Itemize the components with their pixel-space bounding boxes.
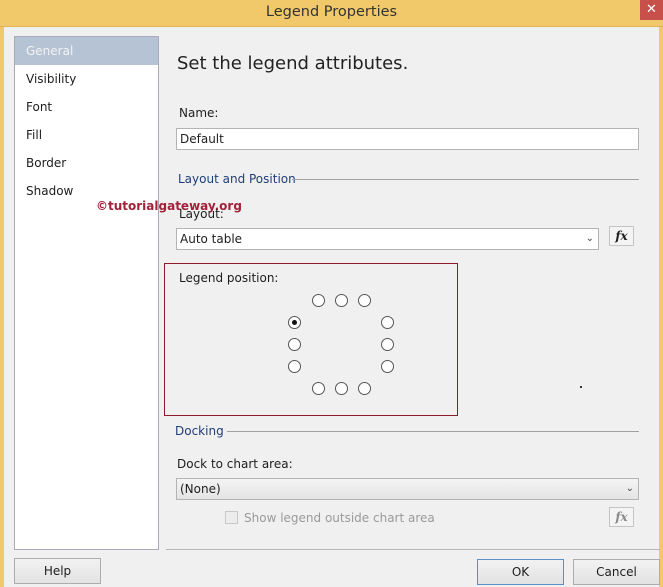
layout-select[interactable]: Auto table ⌄ <box>176 228 599 250</box>
sidebar-item-fill[interactable]: Fill <box>15 121 158 149</box>
show-outside-checkbox[interactable] <box>225 511 238 524</box>
position-top-center[interactable] <box>335 294 348 307</box>
cancel-button[interactable]: Cancel <box>573 559 660 585</box>
dock-select[interactable]: (None) ⌄ <box>176 478 639 500</box>
position-top-right[interactable] <box>358 294 371 307</box>
sidebar: General Visibility Font Fill Border Shad… <box>14 36 159 550</box>
sidebar-item-visibility[interactable]: Visibility <box>15 65 158 93</box>
position-right-top[interactable] <box>381 316 394 329</box>
sidebar-item-font[interactable]: Font <box>15 93 158 121</box>
help-button[interactable]: Help <box>14 558 101 584</box>
footer-divider <box>166 549 660 550</box>
layout-value: Auto table <box>180 232 243 246</box>
name-input[interactable]: Default <box>176 128 639 150</box>
dock-label: Dock to chart area: <box>177 457 293 471</box>
position-left-bottom[interactable] <box>288 360 301 373</box>
layout-label: Layout: <box>179 207 224 221</box>
divider <box>227 431 639 432</box>
position-right-bottom[interactable] <box>381 360 394 373</box>
position-right-center[interactable] <box>381 338 394 351</box>
layout-group-header: Layout and Position <box>178 172 296 186</box>
position-bottom-left[interactable] <box>312 382 325 395</box>
legend-position-label: Legend position: <box>179 271 279 285</box>
position-left-center[interactable] <box>288 338 301 351</box>
dock-expression-button[interactable]: fx <box>609 507 634 527</box>
layout-expression-button[interactable]: fx <box>609 226 634 246</box>
page-title: Set the legend attributes. <box>177 53 409 74</box>
name-label: Name: <box>179 106 219 120</box>
sidebar-item-general[interactable]: General <box>15 37 158 65</box>
stray-dot <box>580 386 582 388</box>
position-bottom-right[interactable] <box>358 382 371 395</box>
position-top-left[interactable] <box>312 294 325 307</box>
show-outside-label: Show legend outside chart area <box>244 511 435 525</box>
close-icon[interactable]: ✕ <box>640 0 663 20</box>
position-left-top[interactable] <box>288 316 301 329</box>
chevron-down-icon: ⌄ <box>585 233 594 244</box>
docking-group-header: Docking <box>175 424 224 438</box>
divider <box>292 179 639 180</box>
ok-button[interactable]: OK <box>477 559 564 585</box>
sidebar-item-border[interactable]: Border <box>15 149 158 177</box>
dock-value: (None) <box>180 482 221 496</box>
legend-position-box: Legend position: <box>164 263 458 416</box>
chevron-down-icon: ⌄ <box>625 483 634 494</box>
position-bottom-center[interactable] <box>335 382 348 395</box>
window-title: Legend Properties <box>265 4 398 20</box>
